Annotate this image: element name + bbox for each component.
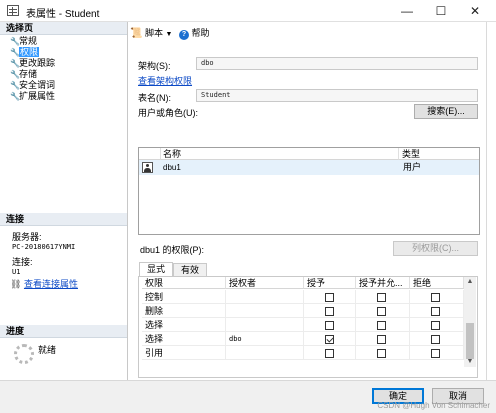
scroll-thumb[interactable] <box>466 323 474 359</box>
search-button[interactable]: 搜索(E)... <box>414 104 478 119</box>
left-pane: 选择页 🔧常规 🔧权限 🔧更改跟踪 🔧存储 🔧安全谓词 🔧扩展属性 连接 服务器… <box>0 22 128 380</box>
wrench-icon: 🔧 <box>10 92 20 101</box>
page-item-general[interactable]: 🔧常规 <box>10 36 37 47</box>
deny-checkbox[interactable] <box>431 293 440 302</box>
wrench-icon: 🔧 <box>10 81 20 90</box>
grant-checkbox[interactable] <box>325 349 334 358</box>
progress-spinner-icon <box>14 344 34 364</box>
grant-checkbox[interactable] <box>325 335 334 344</box>
scroll-up-icon[interactable]: ▲ <box>464 277 476 287</box>
help-icon: ? <box>178 30 189 40</box>
users-table: 名称 类型 dbu1 用户 <box>138 147 480 235</box>
deny-checkbox[interactable] <box>431 321 440 330</box>
tab-explicit[interactable]: 显式 <box>139 262 173 276</box>
user-icon <box>142 162 153 173</box>
with-grant-checkbox[interactable] <box>377 307 386 316</box>
grant-checkbox[interactable] <box>325 307 334 316</box>
watermark: CSDN @Hugh Von Schimacher <box>377 401 490 410</box>
deny-checkbox[interactable] <box>431 349 440 358</box>
grantor-cell <box>226 318 304 332</box>
progress-header: 进度 <box>0 325 127 338</box>
column-header-name[interactable]: 名称 <box>161 148 399 160</box>
with-grant-checkbox[interactable] <box>377 293 386 302</box>
wrench-icon: 🔧 <box>10 59 20 68</box>
page-item-change-tracking[interactable]: 🔧更改跟踪 <box>10 58 55 69</box>
minimize-button[interactable]: — <box>390 0 424 22</box>
wrench-icon: 🔧 <box>10 70 20 79</box>
schema-label: 架构(S): <box>138 61 171 71</box>
script-button[interactable]: 📜 脚本 ▼ <box>130 28 175 39</box>
table-row[interactable]: 控制 <box>142 290 464 304</box>
background-window-edge <box>486 22 496 380</box>
connection-label: 连接: <box>12 257 33 267</box>
permission-cell: 选择 <box>142 318 226 332</box>
grantor-cell: dbo <box>226 332 304 346</box>
chevron-down-icon[interactable]: ▼ <box>166 31 173 38</box>
progress-status: 就绪 <box>38 345 57 355</box>
with-grant-checkbox[interactable] <box>377 335 386 344</box>
deny-checkbox[interactable] <box>431 335 440 344</box>
user-name-cell[interactable]: dbu1 <box>163 161 181 174</box>
page-item-storage[interactable]: 🔧存储 <box>10 69 37 80</box>
pages-header: 选择页 <box>0 22 127 35</box>
grant-checkbox[interactable] <box>325 321 334 330</box>
server-value: PC-20180617YNMI <box>12 243 76 251</box>
table-properties-icon <box>7 5 19 16</box>
table-row[interactable]: 删除 <box>142 304 464 318</box>
window-title: 表属性 - Student <box>26 9 100 20</box>
permission-cell: 引用 <box>142 346 226 360</box>
permissions-scrollbar[interactable]: ▲ ▼ <box>464 277 476 367</box>
column-header-grant[interactable]: 授予 <box>304 277 356 289</box>
table-header-icon-column <box>139 148 161 160</box>
grantor-cell <box>226 290 304 304</box>
users-or-roles-label: 用户或角色(U): <box>138 108 198 118</box>
title-bar: 表属性 - Student — ☐ ✕ <box>0 0 496 22</box>
toolbar: 📜 脚本 ▼ ? 帮助 <box>130 26 209 40</box>
help-button[interactable]: ? 帮助 <box>178 28 209 40</box>
table-name-label: 表名(N): <box>138 93 171 103</box>
scroll-down-icon[interactable]: ▼ <box>464 357 476 367</box>
column-header-type[interactable]: 类型 <box>399 148 479 160</box>
view-connection-properties[interactable]: ⛓ 查看连接属性 <box>10 279 78 289</box>
page-item-permissions[interactable]: 🔧权限 <box>10 47 40 58</box>
server-label: 服务器: <box>12 232 42 242</box>
wrench-icon: 🔧 <box>10 37 20 46</box>
connection-header: 连接 <box>0 213 127 226</box>
grantor-cell <box>226 346 304 360</box>
column-header-deny[interactable]: 拒绝 <box>410 277 464 289</box>
grant-checkbox[interactable] <box>325 293 334 302</box>
schema-field: dbo <box>196 57 478 70</box>
with-grant-checkbox[interactable] <box>377 349 386 358</box>
user-type-cell[interactable]: 用户 <box>403 161 421 174</box>
permission-cell: 删除 <box>142 304 226 318</box>
column-header-with-grant[interactable]: 授予并允... <box>356 277 410 289</box>
column-header-grantor[interactable]: 授权者 <box>226 277 304 289</box>
wrench-icon: 🔧 <box>10 48 20 57</box>
column-permissions-button[interactable]: 列权限(C)... <box>393 241 478 256</box>
connection-properties-icon: ⛓ <box>10 279 22 289</box>
page-item-extended-properties[interactable]: 🔧扩展属性 <box>10 91 55 102</box>
column-header-permission[interactable]: 权限 <box>142 277 226 289</box>
permission-cell: 控制 <box>142 290 226 304</box>
deny-checkbox[interactable] <box>431 307 440 316</box>
permissions-grid: 权限 授权者 授予 授予并允... 拒绝 控制 删除 选择 选择 dbo 引用 <box>142 277 464 367</box>
table-row[interactable]: 选择 <box>142 318 464 332</box>
connection-value: U1 <box>12 268 21 276</box>
table-row[interactable]: 选择 dbo <box>142 332 464 346</box>
permissions-title: dbu1 的权限(P): <box>140 245 205 255</box>
grantor-cell <box>226 304 304 318</box>
with-grant-checkbox[interactable] <box>377 321 386 330</box>
close-button[interactable]: ✕ <box>458 0 492 22</box>
table-row[interactable]: 引用 <box>142 346 464 360</box>
permission-cell: 选择 <box>142 332 226 346</box>
maximize-button[interactable]: ☐ <box>424 0 458 22</box>
dialog-button-bar: 确定 取消 CSDN @Hugh Von Schimacher <box>0 380 496 413</box>
table-row[interactable] <box>139 160 479 175</box>
tab-effective[interactable]: 有效 <box>173 263 207 276</box>
page-item-security-predicates[interactable]: 🔧安全谓词 <box>10 80 55 91</box>
table-name-field: Student <box>196 89 478 102</box>
script-icon: 📜 <box>130 28 143 39</box>
view-schema-permissions-link[interactable]: 查看架构权限 <box>138 74 192 87</box>
